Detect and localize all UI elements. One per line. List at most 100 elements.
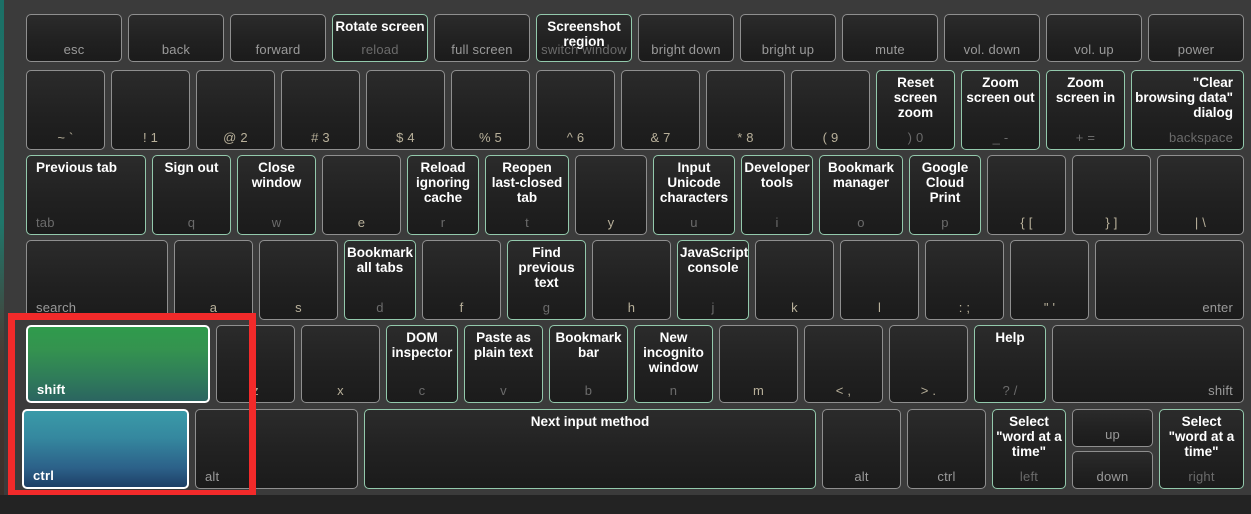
key-g[interactable]: Find previous text g xyxy=(507,240,586,320)
key-base-label: reload xyxy=(361,42,399,57)
key-base-label: # 3 xyxy=(311,130,330,145)
key-[interactable]: > . xyxy=(889,325,968,403)
key-[interactable]: | \ xyxy=(1157,155,1244,235)
key-0[interactable]: Reset screen zoom) 0 xyxy=(876,70,955,150)
key-s[interactable]: s xyxy=(259,240,338,320)
key-o[interactable]: Bookmark manager o xyxy=(819,155,903,235)
key-left[interactable]: Select "word at a time" left xyxy=(992,409,1066,489)
key-base-label: r xyxy=(440,215,446,230)
key-next-input-method[interactable]: Next input method xyxy=(364,409,816,489)
key-1[interactable]: ! 1 xyxy=(111,70,190,150)
key-backspace[interactable]: "Clear browsing data" dialog backspace xyxy=(1131,70,1244,150)
key-ctrl[interactable]: ctrl xyxy=(22,409,189,489)
key-base-label: i xyxy=(775,215,779,230)
key-f[interactable]: f xyxy=(422,240,501,320)
key-power[interactable]: power xyxy=(1148,14,1244,62)
key-k[interactable]: k xyxy=(755,240,834,320)
key-[interactable]: { [ xyxy=(987,155,1066,235)
key-v[interactable]: Paste as plain text v xyxy=(464,325,543,403)
key-b[interactable]: Bookmark bar b xyxy=(549,325,628,403)
key-back[interactable]: back xyxy=(128,14,224,62)
key-base-label: a xyxy=(209,300,218,315)
key-8[interactable]: * 8 xyxy=(706,70,785,150)
key-switch-window[interactable]: Screenshot region switch window xyxy=(536,14,632,62)
key-shortcut-label: Find previous text xyxy=(518,245,575,290)
key-shortcut-label: Developer tools xyxy=(744,160,810,190)
key-w[interactable]: Close window w xyxy=(237,155,316,235)
key-[interactable]: ~ ` xyxy=(26,70,105,150)
key-i[interactable]: Developer tools i xyxy=(741,155,813,235)
key-n[interactable]: New incognito window n xyxy=(634,325,713,403)
key-shortcut-label: Close window xyxy=(251,160,302,190)
key-bright-down[interactable]: bright down xyxy=(638,14,734,62)
key-[interactable]: " ' xyxy=(1010,240,1089,320)
key-shift[interactable]: shift xyxy=(26,325,210,403)
key-[interactable]: Zoom screen in + = xyxy=(1046,70,1125,150)
key-forward[interactable]: forward xyxy=(230,14,326,62)
key-base-label: n xyxy=(669,383,678,398)
key-a[interactable]: a xyxy=(174,240,253,320)
key-c[interactable]: DOM inspector c xyxy=(386,325,458,403)
key-[interactable]: Zoom screen out _ - xyxy=(961,70,1040,150)
key-[interactable]: } ] xyxy=(1072,155,1151,235)
key-y[interactable]: y xyxy=(575,155,647,235)
key-base-label: ) 0 xyxy=(907,130,924,145)
key-[interactable]: Help ? / xyxy=(974,325,1046,403)
key-6[interactable]: ^ 6 xyxy=(536,70,615,150)
key-l[interactable]: l xyxy=(840,240,919,320)
key-down[interactable]: down xyxy=(1072,451,1153,489)
key-9[interactable]: ( 9 xyxy=(791,70,870,150)
key-enter[interactable]: enter xyxy=(1095,240,1244,320)
key-q[interactable]: Sign out q xyxy=(152,155,231,235)
key-d[interactable]: Bookmark all tabs d xyxy=(344,240,416,320)
key-base-label: shift xyxy=(1208,383,1233,398)
key-base-label: o xyxy=(857,215,865,230)
key-base-label: up xyxy=(1105,427,1120,442)
key-right[interactable]: Select "word at a time" right xyxy=(1159,409,1244,489)
key-m[interactable]: m xyxy=(719,325,798,403)
key-4[interactable]: $ 4 xyxy=(366,70,445,150)
key-r[interactable]: Reload ignoring cache r xyxy=(407,155,479,235)
key-base-label: > . xyxy=(920,383,937,398)
key-t[interactable]: Reopen last-closed tab t xyxy=(485,155,569,235)
key-alt[interactable]: alt xyxy=(822,409,901,489)
key-mute[interactable]: mute xyxy=(842,14,938,62)
bottom-margin-bar xyxy=(0,495,1251,514)
key-z[interactable]: z xyxy=(216,325,295,403)
key-esc[interactable]: esc xyxy=(26,14,122,62)
key-j[interactable]: JavaScript console j xyxy=(677,240,749,320)
key-bright-up[interactable]: bright up xyxy=(740,14,836,62)
key-u[interactable]: Input Unicode characters u xyxy=(653,155,735,235)
key-h[interactable]: h xyxy=(592,240,671,320)
key-up[interactable]: up xyxy=(1072,409,1153,447)
key-[interactable]: < , xyxy=(804,325,883,403)
key-base-label: power xyxy=(1177,42,1215,57)
key-[interactable]: : ; xyxy=(925,240,1004,320)
key-base-label: alt xyxy=(854,469,869,484)
key-x[interactable]: x xyxy=(301,325,380,403)
key-vol-down[interactable]: vol. down xyxy=(944,14,1040,62)
key-tab[interactable]: Previous tab tab xyxy=(26,155,146,235)
key-p[interactable]: Google Cloud Print p xyxy=(909,155,981,235)
key-shift[interactable]: shift xyxy=(1052,325,1244,403)
key-5[interactable]: % 5 xyxy=(451,70,530,150)
key-shortcut-label: Bookmark manager xyxy=(827,160,895,190)
key-search[interactable]: search xyxy=(26,240,168,320)
key-3[interactable]: # 3 xyxy=(281,70,360,150)
key-base-label: enter xyxy=(1202,300,1233,315)
key-base-label: " ' xyxy=(1043,300,1056,315)
key-base-label: left xyxy=(1019,469,1039,484)
key-full-screen[interactable]: full screen xyxy=(434,14,530,62)
key-base-label: : ; xyxy=(958,300,971,315)
key-alt[interactable]: alt xyxy=(195,409,358,489)
key-base-label: switch window xyxy=(541,42,627,57)
key-base-label: esc xyxy=(63,42,85,57)
key-7[interactable]: & 7 xyxy=(621,70,700,150)
key-vol-up[interactable]: vol. up xyxy=(1046,14,1142,62)
key-reload[interactable]: Rotate screen reload xyxy=(332,14,428,62)
key-e[interactable]: e xyxy=(322,155,401,235)
key-ctrl[interactable]: ctrl xyxy=(907,409,986,489)
key-base-label: % 5 xyxy=(478,130,502,145)
key-base-label: j xyxy=(711,300,715,315)
key-2[interactable]: @ 2 xyxy=(196,70,275,150)
